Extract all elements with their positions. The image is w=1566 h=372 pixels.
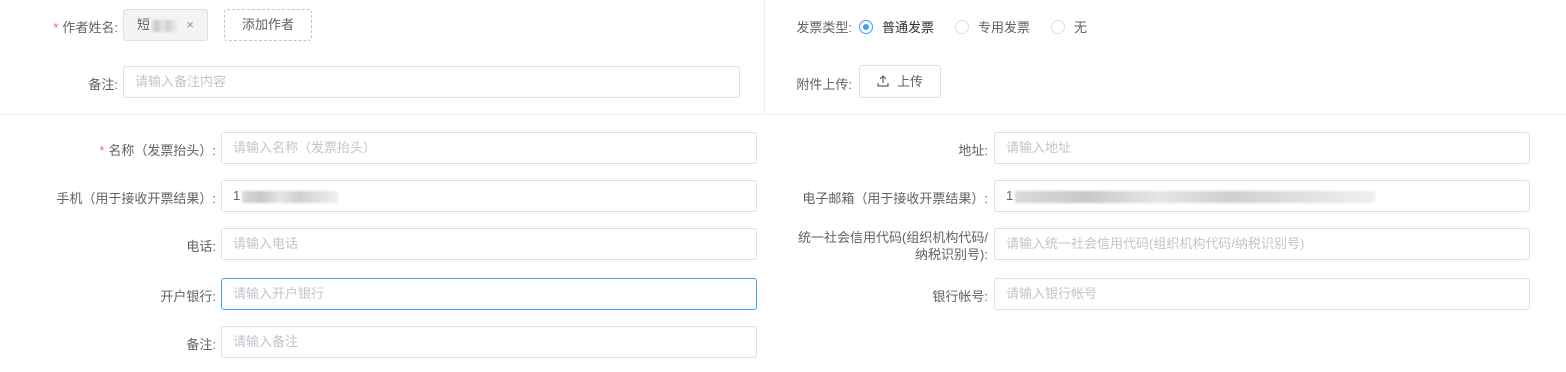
radio-normal-invoice[interactable]: 普通发票 [859, 17, 934, 36]
redacted-text [1015, 190, 1376, 203]
remark-label: 备注: [88, 77, 118, 92]
telephone-label: 电话: [186, 239, 216, 254]
address-placeholder: 请输入地址 [1006, 140, 1072, 155]
invoice-title-placeholder: 请输入名称（发票抬头） [233, 140, 377, 155]
required-asterisk: * [53, 20, 59, 35]
invoice-title-input[interactable]: 请输入名称（发票抬头） [221, 132, 757, 164]
author-name-label-text: 作者姓名: [62, 20, 118, 35]
bank-placeholder: 请输入开户银行 [233, 286, 325, 301]
bank-account-placeholder: 请输入银行帐号 [1006, 286, 1098, 301]
radio-special-invoice[interactable]: 专用发票 [955, 17, 1030, 36]
bank-input[interactable]: 请输入开户银行 [221, 278, 757, 310]
radio-checked-icon [859, 19, 873, 34]
invoice-title-label-text: 名称（发票抬头）: [108, 143, 216, 158]
upload-button[interactable]: 上传 [859, 65, 941, 98]
attachment-upload-label: 附件上传: [796, 77, 852, 92]
add-author-button[interactable]: 添加作者 [224, 9, 312, 41]
email-label: 电子邮箱（用于接收开票结果）: [802, 191, 988, 206]
radio-special-invoice-label: 专用发票 [978, 20, 1031, 35]
credit-code-label-line2: 纳税识别号): [915, 247, 988, 262]
telephone-placeholder: 请输入电话 [233, 236, 299, 251]
credit-code-label-line1: 统一社会信用代码(组织机构代码/ [798, 230, 988, 245]
radio-none[interactable]: 无 [1051, 17, 1087, 36]
address-label: 地址: [958, 143, 988, 158]
author-tag[interactable]: 短 × [123, 9, 208, 41]
section-vertical-divider [764, 0, 765, 114]
credit-code-label: 统一社会信用代码(组织机构代码/ 纳税识别号): [760, 229, 988, 263]
bank-account-label: 银行帐号: [932, 289, 988, 304]
redacted-text [152, 19, 179, 32]
mobile-label: 手机（用于接收开票结果）: [56, 191, 216, 206]
address-input[interactable]: 请输入地址 [994, 132, 1530, 164]
radio-none-label: 无 [1074, 20, 1088, 35]
invoice-type-label: 发票类型: [796, 20, 852, 35]
invoice-title-label: * 名称（发票抬头）: [20, 140, 216, 159]
bank-label: 开户银行: [160, 289, 216, 304]
author-tag-text: 短 [137, 17, 151, 32]
credit-code-placeholder: 请输入统一社会信用代码(组织机构代码/纳税识别号) [1006, 236, 1305, 251]
section-horizontal-divider [0, 114, 1566, 115]
invoice-remark-label: 备注: [186, 337, 216, 352]
radio-normal-invoice-label: 普通发票 [882, 20, 935, 35]
telephone-input[interactable]: 请输入电话 [221, 228, 757, 260]
required-asterisk: * [99, 143, 105, 158]
email-value: 1 [1006, 188, 1014, 203]
email-input[interactable]: 1 [994, 180, 1530, 212]
invoice-remark-placeholder: 请输入备注 [233, 334, 299, 349]
invoice-remark-input[interactable]: 请输入备注 [221, 326, 757, 358]
upload-icon [877, 75, 889, 87]
upload-button-label: 上传 [896, 74, 923, 89]
credit-code-input[interactable]: 请输入统一社会信用代码(组织机构代码/纳税识别号) [994, 228, 1530, 260]
radio-unchecked-icon [1051, 19, 1065, 34]
radio-unchecked-icon [955, 19, 969, 34]
bank-account-input[interactable]: 请输入银行帐号 [994, 278, 1530, 310]
author-name-label: * 作者姓名: [40, 17, 118, 36]
redacted-text [242, 190, 339, 203]
remark-content-input[interactable]: 请输入备注内容 [123, 66, 740, 98]
mobile-input[interactable]: 1 [221, 180, 757, 212]
remark-content-placeholder: 请输入备注内容 [135, 74, 227, 89]
mobile-value: 1 [233, 188, 241, 203]
close-icon[interactable]: × [186, 10, 194, 40]
